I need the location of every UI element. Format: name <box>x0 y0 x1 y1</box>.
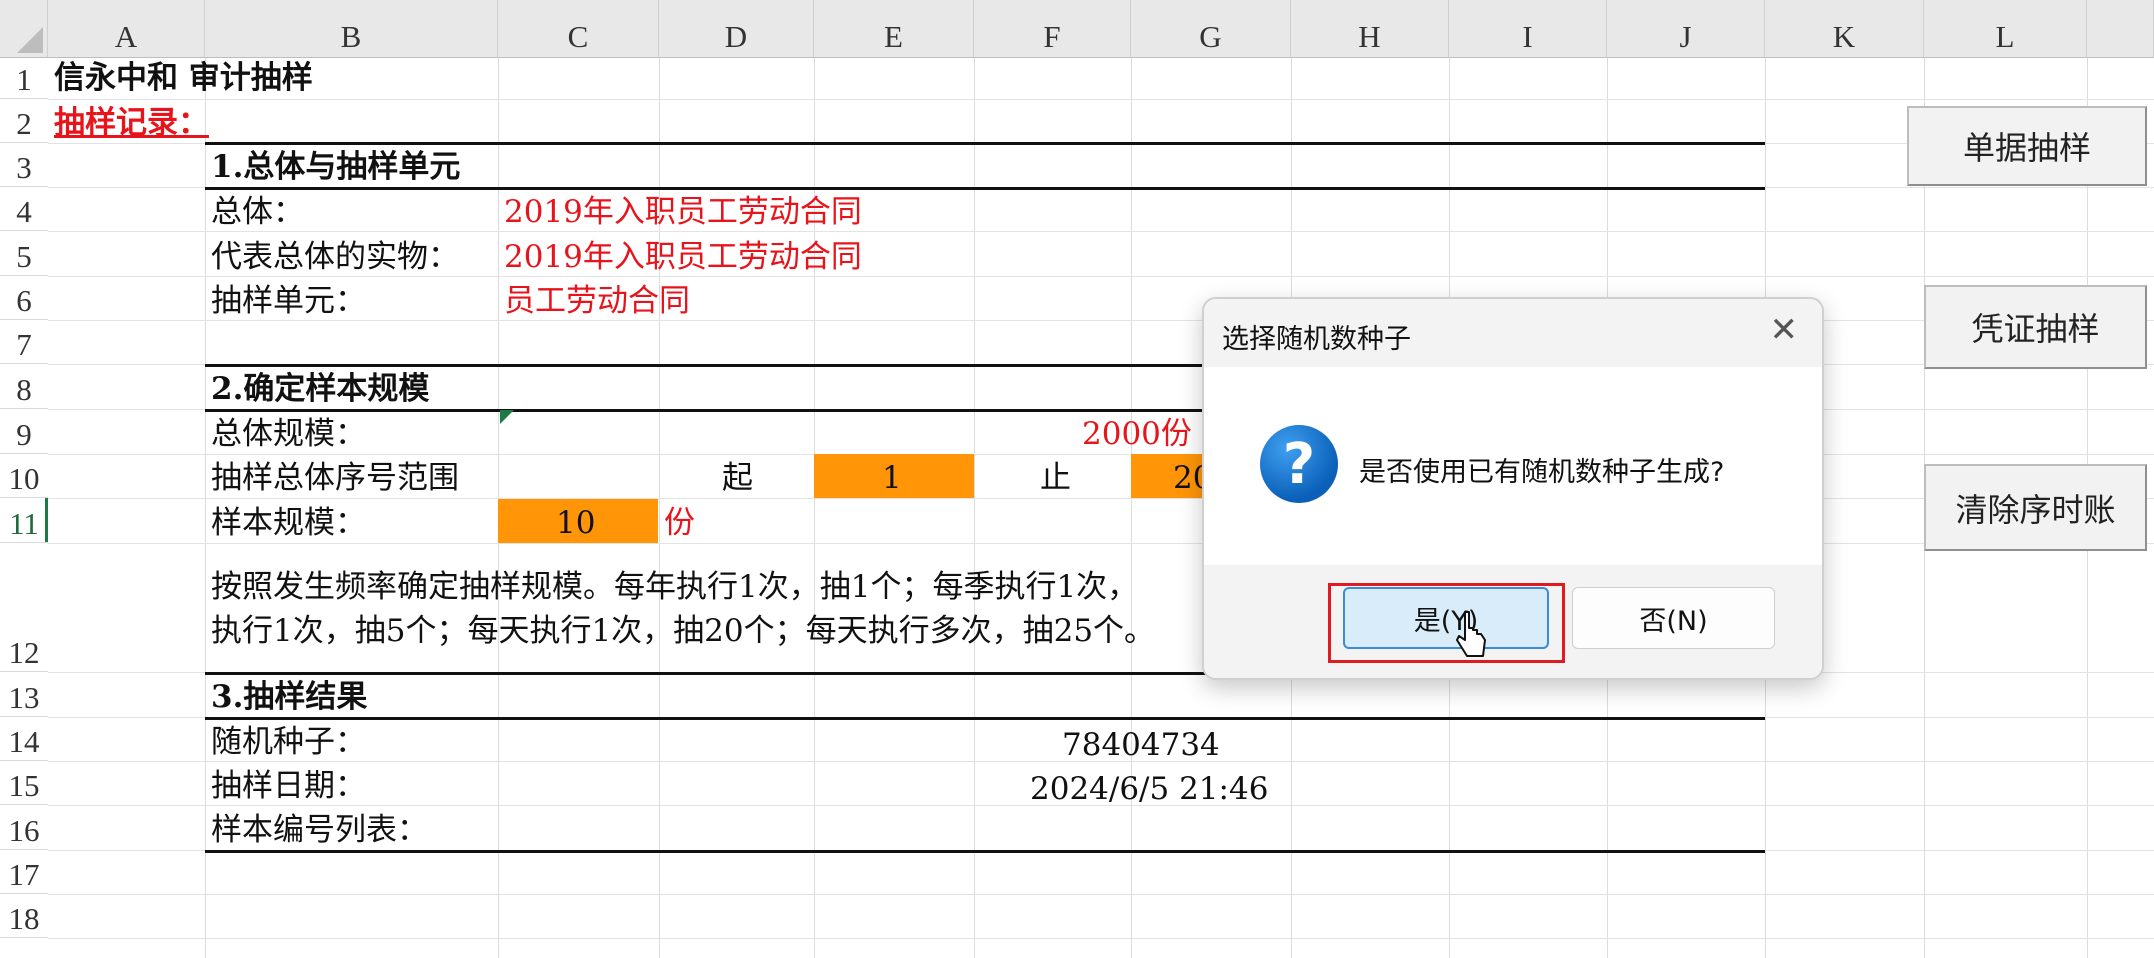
gridline-vertical <box>659 58 660 958</box>
cell-C11[interactable]: 10 <box>556 508 595 539</box>
cell-B10[interactable]: 抽样总体序号范围 <box>211 463 459 494</box>
column-header-J[interactable]: J <box>1607 0 1765 58</box>
row-header-6[interactable]: 6 <box>0 276 48 320</box>
clear-ledger-button[interactable]: 清除序时账 <box>1924 464 2147 551</box>
cell-B3[interactable]: 1.总体与抽样单元 <box>211 152 460 183</box>
column-header-H[interactable]: H <box>1291 0 1449 58</box>
yes-button-highlight <box>1328 583 1565 663</box>
cell-D10[interactable]: 起 <box>722 463 753 494</box>
gridline-horizontal <box>48 543 2154 544</box>
cell-B12-line1[interactable]: 按照发生频率确定抽样规模。每年执行1次，抽1个；每季执行1次， <box>211 572 1138 603</box>
column-header-B[interactable]: B <box>205 0 498 58</box>
cell-D11[interactable]: 份 <box>664 508 695 539</box>
cell-C6[interactable]: 员工劳动合同 <box>504 286 690 317</box>
row-header-18[interactable]: 18 <box>0 894 48 938</box>
gridline-horizontal <box>48 99 2154 100</box>
column-header-K[interactable]: K <box>1765 0 1924 58</box>
gridline-horizontal <box>48 231 2154 232</box>
column-header-D[interactable]: D <box>659 0 814 58</box>
cell-E10[interactable]: 1 <box>882 463 902 494</box>
column-header-I[interactable]: I <box>1449 0 1607 58</box>
cell-B12-line2[interactable]: 执行1次，抽5个；每天执行1次，抽20个；每天执行多次，抽25个。 <box>211 616 1155 647</box>
gridline-horizontal <box>48 320 2154 321</box>
doc-sampling-button[interactable]: 单据抽样 <box>1907 106 2147 186</box>
gridline-horizontal <box>48 498 2154 499</box>
cell-A2[interactable]: 抽样记录： <box>54 108 209 139</box>
question-icon: ? <box>1260 425 1338 503</box>
cell-B6[interactable]: 抽样单元： <box>211 286 366 317</box>
cell-B15[interactable]: 抽样日期： <box>211 771 366 802</box>
row-header-10[interactable]: 10 <box>0 454 48 498</box>
gridline-horizontal <box>48 276 2154 277</box>
cell-F15[interactable]: 2024/6/5 21:46 <box>1030 774 1268 805</box>
gridline-vertical <box>1131 58 1132 958</box>
column-header-overflow[interactable] <box>2087 0 2154 58</box>
border-row3-bottom <box>205 187 1765 190</box>
row-header-2[interactable]: 2 <box>0 99 48 143</box>
dialog-title: 选择随机数种子 <box>1222 324 1411 355</box>
voucher-sampling-button[interactable]: 凭证抽样 <box>1924 285 2147 369</box>
row-header-17[interactable]: 17 <box>0 850 48 894</box>
cell-B4[interactable]: 总体： <box>211 197 304 228</box>
column-header-A[interactable]: A <box>48 0 205 58</box>
row-header-1[interactable]: 1 <box>0 58 48 99</box>
gridline-horizontal <box>48 894 2154 895</box>
cell-F14[interactable]: 78404734 <box>1062 730 1220 761</box>
dialog-titlebar: 选择随机数种子 ✕ <box>1204 299 1822 367</box>
spreadsheet[interactable]: ABCDEFGHIJKL 1 2 3 4 5 6 7 8 9 10 11 12 13 14 15 16 17 18… <box>0 0 2154 958</box>
gridline-vertical <box>814 58 815 958</box>
cell-B11[interactable]: 样本规模： <box>211 508 366 539</box>
row-header-4[interactable]: 4 <box>0 187 48 231</box>
row-header-9[interactable]: 9 <box>0 409 48 454</box>
select-all-corner[interactable] <box>0 0 48 58</box>
row-header-5[interactable]: 5 <box>0 231 48 276</box>
dialog-body: ? 是否使用已有随机数种子生成? <box>1204 367 1822 565</box>
close-icon[interactable]: ✕ <box>1770 313 1799 347</box>
gridline-vertical <box>974 58 975 958</box>
border-row16-bottom <box>205 850 1765 853</box>
cell-A1[interactable]: 信永中和 审计抽样 <box>54 63 313 94</box>
cell-B9[interactable]: 总体规模： <box>211 419 366 450</box>
cell-B14[interactable]: 随机种子： <box>211 727 366 758</box>
dialog-message: 是否使用已有随机数种子生成? <box>1359 457 1725 488</box>
border-row13-bottom <box>205 717 1765 720</box>
mouse-pointer-icon <box>1456 611 1486 657</box>
row-header-8[interactable]: 8 <box>0 364 48 409</box>
cell-C4[interactable]: 2019年入职员工劳动合同 <box>504 197 862 228</box>
row-header-16[interactable]: 16 <box>0 805 48 850</box>
row-header-14[interactable]: 14 <box>0 717 48 761</box>
row-header-12[interactable]: 12 <box>0 543 48 672</box>
border-row3-top <box>205 142 1765 145</box>
row-header-15[interactable]: 15 <box>0 761 48 805</box>
cell-F9[interactable]: 2000份 <box>1082 419 1192 450</box>
no-button[interactable]: 否(N) <box>1572 587 1775 649</box>
cell-F10[interactable]: 止 <box>1040 463 1071 494</box>
row-header-3[interactable]: 3 <box>0 143 48 187</box>
cell-B5[interactable]: 代表总体的实物： <box>211 242 459 273</box>
column-header-F[interactable]: F <box>974 0 1131 58</box>
cell-B8[interactable]: 2.确定样本规模 <box>211 374 429 405</box>
row-header-7[interactable]: 7 <box>0 320 48 364</box>
cell-B16[interactable]: 样本编号列表： <box>211 815 428 846</box>
column-header-E[interactable]: E <box>814 0 974 58</box>
column-header-C[interactable]: C <box>498 0 659 58</box>
gridline-horizontal <box>48 454 2154 455</box>
row-header-13[interactable]: 13 <box>0 672 48 717</box>
gridline-vertical <box>205 58 206 958</box>
column-header-G[interactable]: G <box>1131 0 1291 58</box>
cell-indicator <box>500 410 514 424</box>
cell-B13[interactable]: 3.抽样结果 <box>211 682 367 713</box>
row-header-11[interactable]: 11 <box>0 498 48 543</box>
cell-C5[interactable]: 2019年入职员工劳动合同 <box>504 242 862 273</box>
gridline-horizontal <box>48 938 2154 939</box>
column-header-L[interactable]: L <box>1924 0 2087 58</box>
